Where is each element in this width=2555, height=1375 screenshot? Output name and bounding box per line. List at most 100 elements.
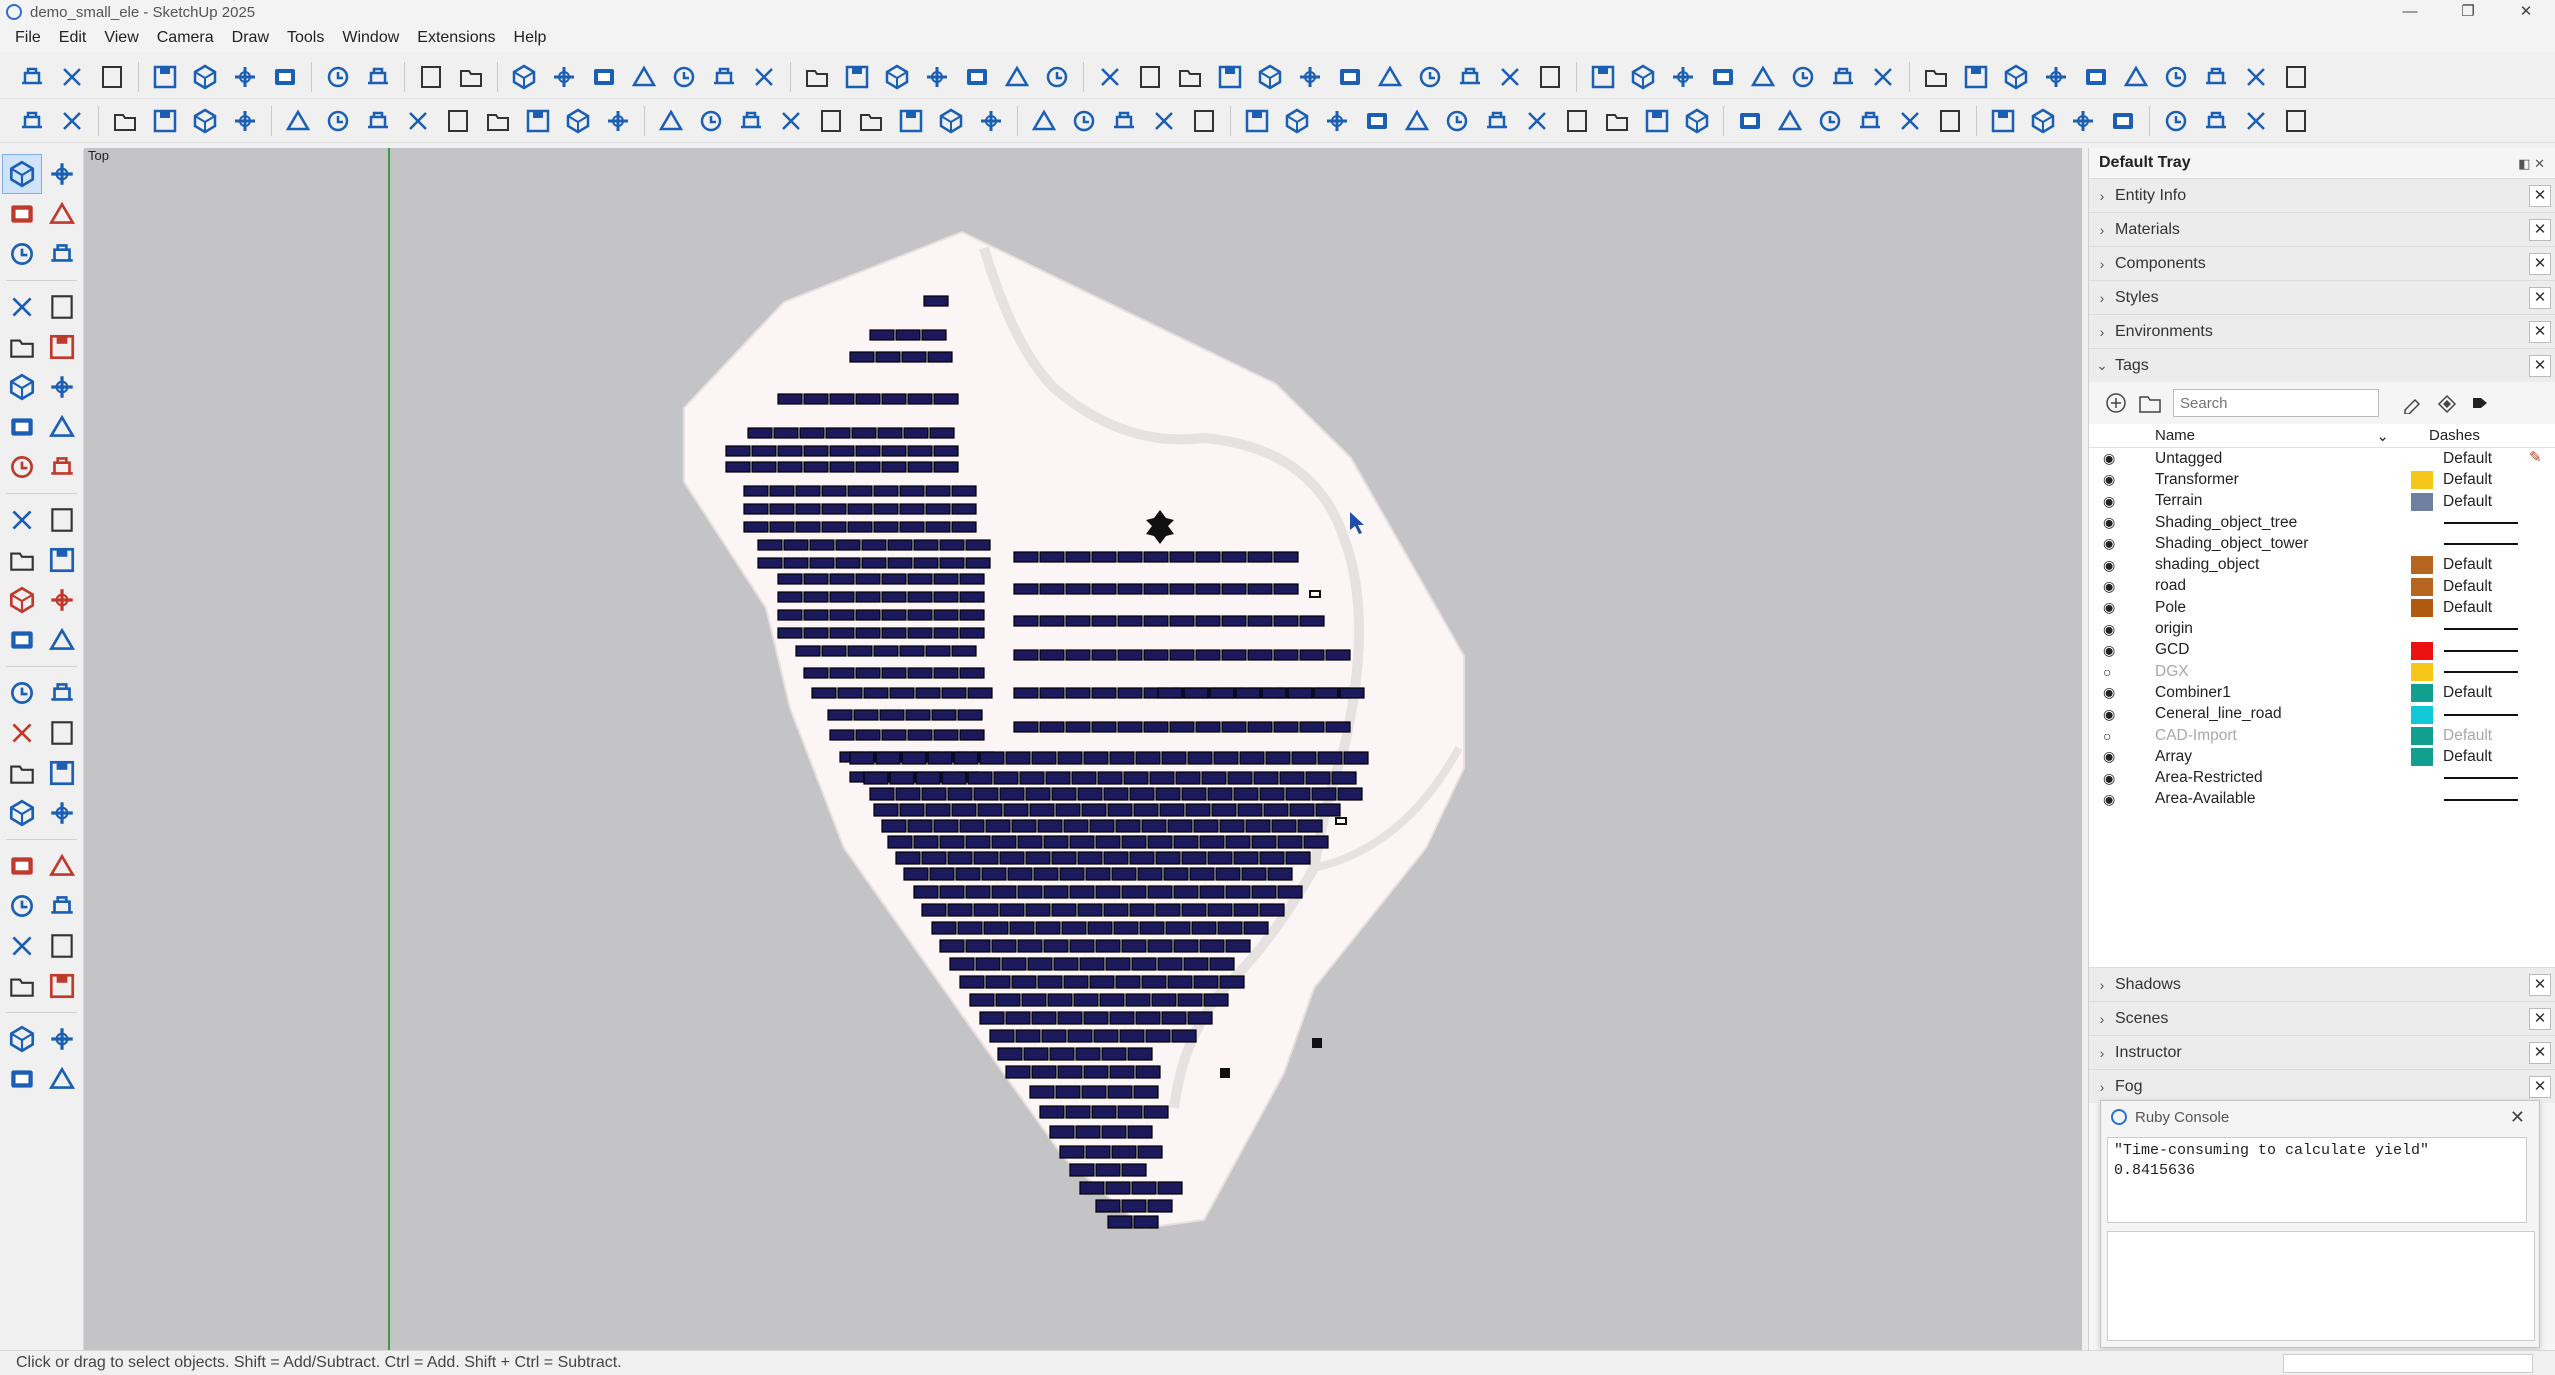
pin-icon[interactable] [1212, 59, 1248, 95]
link-icon[interactable] [933, 103, 969, 139]
panels-icon[interactable] [320, 103, 356, 139]
circle-icon[interactable] [2, 367, 42, 407]
left-view-icon[interactable] [706, 59, 742, 95]
chart-icon[interactable] [2238, 103, 2274, 139]
panel-materials[interactable]: › Materials ✕ [2089, 212, 2555, 246]
new-icon[interactable] [14, 59, 50, 95]
play-icon[interactable] [2105, 103, 2141, 139]
tag-row[interactable]: ◉ Untagged Default ✎ [2089, 448, 2555, 469]
search-icon[interactable] [1585, 59, 1621, 95]
gear-icon[interactable] [1732, 103, 1768, 139]
eye-hidden-icon[interactable]: ○ [2089, 664, 2129, 680]
menu-draw[interactable]: Draw [223, 29, 278, 47]
lock-icon[interactable] [1825, 59, 1861, 95]
close-icon[interactable]: ✕ [2529, 287, 2551, 309]
ruby-console-input[interactable] [2107, 1231, 2535, 1341]
dash-line-sample[interactable] [2444, 798, 2518, 801]
eye-icon[interactable]: ◉ [2089, 684, 2129, 701]
vector-icon[interactable] [2158, 103, 2194, 139]
export-icon[interactable] [2078, 59, 2114, 95]
close-window-icon[interactable]: ✕ [2497, 0, 2555, 24]
tag-dashes[interactable]: Default [2443, 748, 2492, 766]
dimension-icon[interactable] [42, 673, 82, 713]
tag-row[interactable]: ◉ Terrain Default [2089, 491, 2555, 512]
tag-color-swatch[interactable] [2411, 577, 2433, 596]
terrain-icon[interactable] [187, 103, 223, 139]
eye-icon[interactable]: ◉ [2089, 535, 2129, 552]
menu-extensions[interactable]: Extensions [408, 29, 504, 47]
tag-dashes[interactable]: Default [2443, 727, 2492, 745]
minimize-icon[interactable]: — [2381, 0, 2439, 24]
print-icon[interactable] [413, 59, 449, 95]
tag-dashes[interactable]: Default [2443, 493, 2492, 511]
loss-icon[interactable] [2025, 103, 2061, 139]
tilted-icon[interactable] [400, 103, 436, 139]
edit-image-icon[interactable] [1279, 103, 1315, 139]
cloud-cad-icon[interactable] [1146, 103, 1182, 139]
move-icon[interactable] [2, 500, 42, 540]
refresh-icon[interactable] [1932, 103, 1968, 139]
ramp-icon[interactable] [1865, 59, 1901, 95]
freehand-icon[interactable] [42, 287, 82, 327]
tag-row[interactable]: ◉ Pole Default [2089, 597, 2555, 618]
tag-row[interactable]: ◉ Array Default [2089, 746, 2555, 767]
bi-icon[interactable] [2065, 103, 2101, 139]
frame-icon[interactable] [147, 103, 183, 139]
text-label-icon[interactable] [42, 713, 82, 753]
previous-view-icon[interactable] [42, 886, 82, 926]
tag-row[interactable]: ◉ Area-Available [2089, 789, 2555, 810]
menu-edit[interactable]: Edit [50, 29, 96, 47]
cloud-icon[interactable] [1892, 103, 1928, 139]
section-plane-icon[interactable] [42, 620, 82, 660]
compass-icon[interactable] [893, 103, 929, 139]
globe-icon[interactable] [107, 103, 143, 139]
xray-icon[interactable] [799, 59, 835, 95]
push-pull-icon[interactable] [42, 500, 82, 540]
kwh-icon[interactable] [1599, 103, 1635, 139]
pencil-line-icon[interactable] [2, 287, 42, 327]
car-icon[interactable] [1958, 59, 1994, 95]
wand2-icon[interactable] [560, 103, 596, 139]
menu-tools[interactable]: Tools [278, 29, 333, 47]
network-icon[interactable] [1918, 59, 1954, 95]
position-camera-icon[interactable] [2, 926, 42, 966]
column-name[interactable]: Name ⌄ [2155, 427, 2389, 445]
dash-line-sample[interactable] [2444, 649, 2518, 652]
iso-view-icon[interactable] [506, 59, 542, 95]
tree-icon[interactable] [1172, 59, 1208, 95]
tag-color-swatch[interactable] [2411, 492, 2433, 511]
eye-icon[interactable]: ◉ [2089, 493, 2129, 510]
panel-array-icon[interactable] [280, 103, 316, 139]
pencil-icon[interactable]: ✎ [2529, 448, 2542, 466]
clipboard-icon[interactable] [1679, 103, 1715, 139]
house-icon[interactable] [1092, 59, 1128, 95]
database-icon[interactable] [1985, 103, 2021, 139]
panel-shadows[interactable]: › Shadows ✕ [2089, 967, 2555, 1001]
tag-color-swatch[interactable] [2411, 684, 2433, 703]
panel-fog[interactable]: › Fog ✕ [2089, 1069, 2555, 1103]
grid2-icon[interactable] [1399, 103, 1435, 139]
menu-file[interactable]: File [6, 29, 50, 47]
arc-icon[interactable] [2, 407, 42, 447]
lasso-icon[interactable] [42, 154, 82, 194]
pie-icon[interactable] [2, 447, 42, 487]
save-icon[interactable] [94, 59, 130, 95]
add-tag-icon[interactable] [2099, 388, 2133, 418]
stamp-icon[interactable] [2, 1059, 42, 1099]
panel-icon[interactable] [2118, 59, 2154, 95]
transfer-icon[interactable] [1745, 59, 1781, 95]
tag-dashes[interactable]: Default [2443, 684, 2492, 702]
close-icon[interactable]: ✕ [2529, 974, 2551, 996]
scale-icon[interactable] [2, 580, 42, 620]
tag-paint-icon[interactable] [42, 234, 82, 274]
rectangle-icon[interactable] [2, 327, 42, 367]
hand-icon[interactable] [42, 793, 82, 833]
close-icon[interactable]: ✕ [2529, 1008, 2551, 1030]
measurements-box[interactable] [2283, 1354, 2533, 1373]
image-icon[interactable] [1412, 59, 1448, 95]
tag-color-swatch[interactable] [2411, 705, 2433, 724]
irr-icon[interactable] [1639, 103, 1675, 139]
solar-site-model[interactable] [84, 148, 2082, 1350]
grid-array-icon[interactable] [360, 103, 396, 139]
undo-icon[interactable] [320, 59, 356, 95]
